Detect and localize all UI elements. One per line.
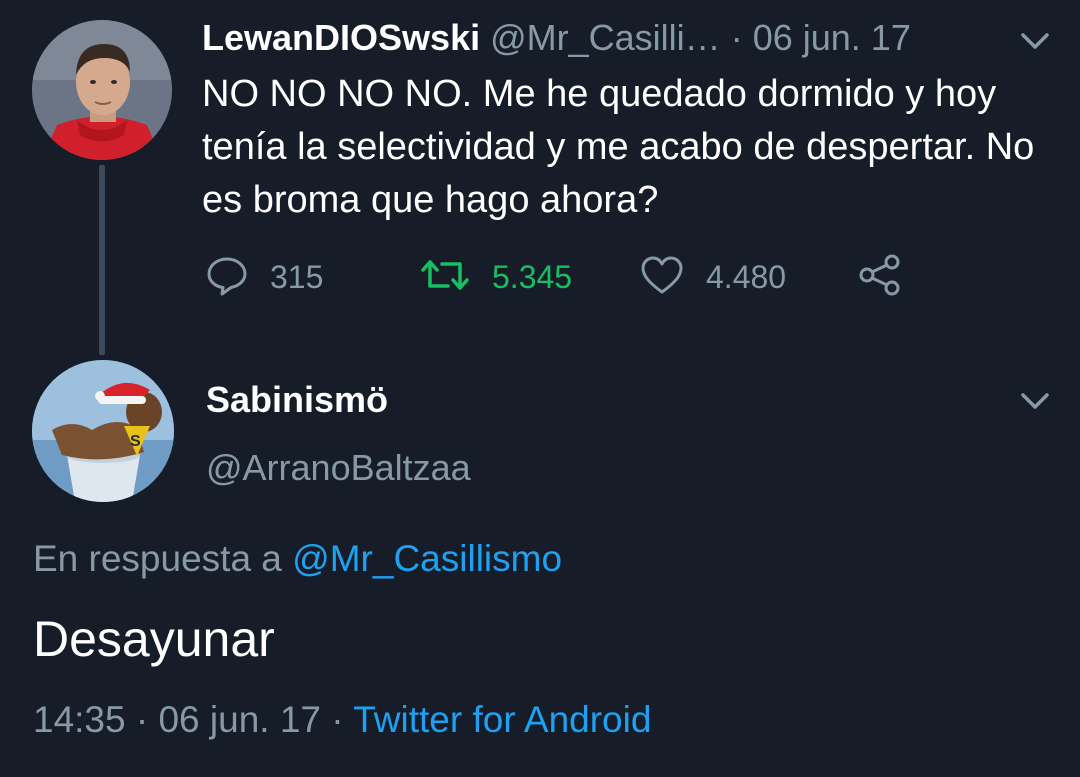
original-tweet-date[interactable]: 06 jun. 17 — [753, 17, 911, 58]
like-icon — [640, 254, 684, 301]
retweet-count: 5.345 — [492, 258, 573, 295]
reply-author-handle[interactable]: @ArranoBaltzaa — [206, 446, 471, 490]
reply-action[interactable]: 315 — [206, 247, 323, 307]
avatar-reply[interactable]: S — [32, 360, 174, 502]
meta-separator: · — [331, 699, 344, 740]
original-tweet-header: LewanDIOSwski @Mr_Casilli… · 06 jun. 17 — [202, 16, 911, 60]
meta-separator: · — [135, 699, 149, 740]
tweet-source-link[interactable]: Twitter for Android — [353, 699, 651, 740]
like-count: 4.480 — [706, 258, 787, 295]
svg-text:S: S — [130, 433, 141, 450]
reply-author-name[interactable]: Sabinismö — [206, 378, 388, 422]
header-separator: · — [730, 17, 743, 58]
retweet-action[interactable]: 5.345 — [420, 247, 572, 307]
original-author-handle[interactable]: @Mr_Casilli… — [490, 17, 721, 58]
chevron-down-icon[interactable] — [1015, 26, 1055, 56]
reply-tweet-text: Desayunar — [33, 611, 275, 667]
reply-date: 06 jun. 17 — [158, 699, 322, 740]
chevron-down-icon[interactable] — [1015, 386, 1055, 416]
original-author-name[interactable]: LewanDIOSwski — [202, 17, 480, 58]
reply-mention-link[interactable]: @Mr_Casillismo — [292, 538, 562, 579]
reply-tweet-meta: 14:35 · 06 jun. 17 · Twitter for Android — [33, 697, 651, 743]
reply-context: En respuesta a @Mr_Casillismo — [33, 536, 562, 582]
reply-count: 315 — [270, 258, 324, 295]
share-action[interactable] — [858, 247, 902, 307]
like-action[interactable]: 4.480 — [640, 247, 786, 307]
retweet-icon — [420, 254, 470, 301]
reply-icon — [206, 254, 248, 301]
original-tweet-text: NO NO NO NO. Me he quedado dormido y hoy… — [202, 73, 1035, 221]
reply-prefix: En respuesta a — [33, 538, 282, 579]
avatar-original[interactable] — [32, 20, 172, 160]
thread-connector-line — [99, 165, 105, 355]
reply-time: 14:35 — [33, 699, 126, 740]
share-icon — [858, 254, 902, 301]
